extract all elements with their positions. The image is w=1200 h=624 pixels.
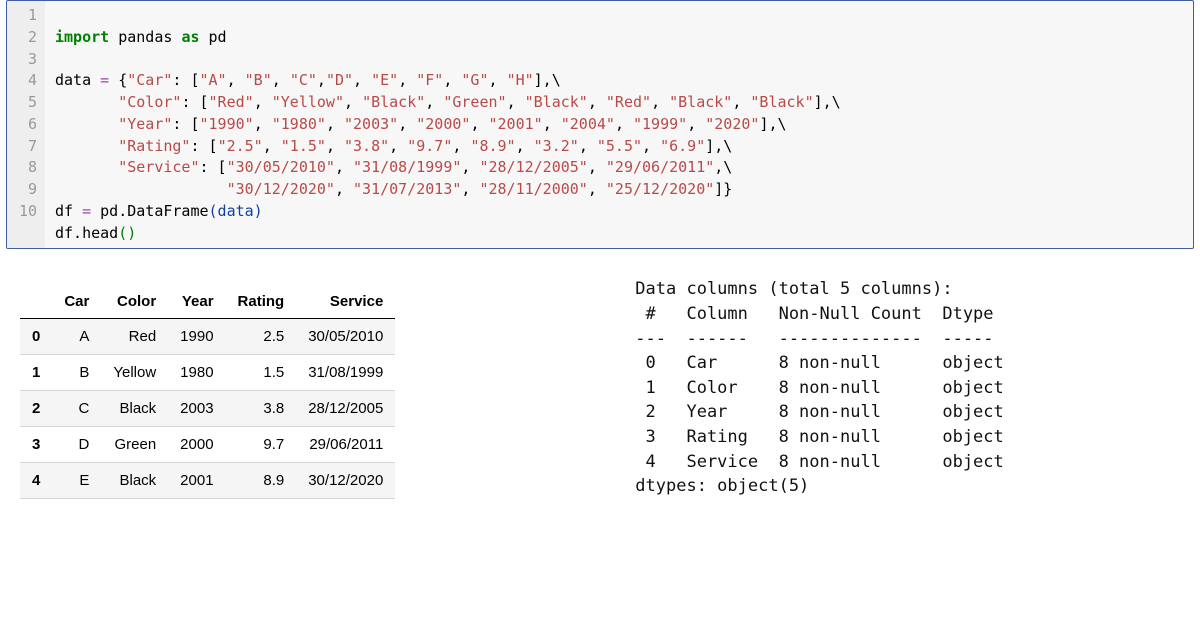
table-row: 1 BYellow 19801.5 31/08/1999 — [20, 355, 395, 391]
code-line-7: "Service": ["30/05/2010", "31/08/1999", … — [55, 158, 732, 176]
line-number-gutter: 12345 678910 — [7, 1, 45, 248]
col-header: Year — [168, 285, 225, 319]
col-header: Rating — [226, 285, 297, 319]
col-header: Car — [52, 285, 101, 319]
code-line-10: df.head() — [55, 224, 136, 242]
table-row: 4 EBlack 20018.9 30/12/2020 — [20, 463, 395, 499]
table-row: 3 DGreen 20009.7 29/06/2011 — [20, 427, 395, 463]
dataframe-output: Car Color Year Rating Service 0 ARed 199… — [20, 285, 395, 499]
dataframe-header-row: Car Color Year Rating Service — [20, 285, 395, 319]
code-line-8: "30/12/2020", "31/07/2013", "28/11/2000"… — [55, 180, 732, 198]
col-header: Service — [296, 285, 395, 319]
col-header: Color — [101, 285, 168, 319]
code-line-3: data = {"Car": ["A", "B", "C","D", "E", … — [55, 71, 561, 89]
code-editor[interactable]: import pandas as pd data = {"Car": ["A",… — [45, 1, 1193, 248]
info-output: Data columns (total 5 columns): # Column… — [635, 277, 1003, 499]
code-cell[interactable]: 12345 678910 import pandas as pd data = … — [6, 0, 1194, 249]
code-line-1: import pandas as pd — [55, 28, 227, 46]
table-row: 0 ARed 19902.5 30/05/2010 — [20, 319, 395, 355]
code-line-9: df = pd.DataFrame(data) — [55, 202, 263, 220]
table-row: 2 CBlack 20033.8 28/12/2005 — [20, 391, 395, 427]
code-line-4: "Color": ["Red", "Yellow", "Black", "Gre… — [55, 93, 841, 111]
code-line-5: "Year": ["1990", "1980", "2003", "2000",… — [55, 115, 787, 133]
code-line-6: "Rating": ["2.5", "1.5", "3.8", "9.7", "… — [55, 137, 732, 155]
